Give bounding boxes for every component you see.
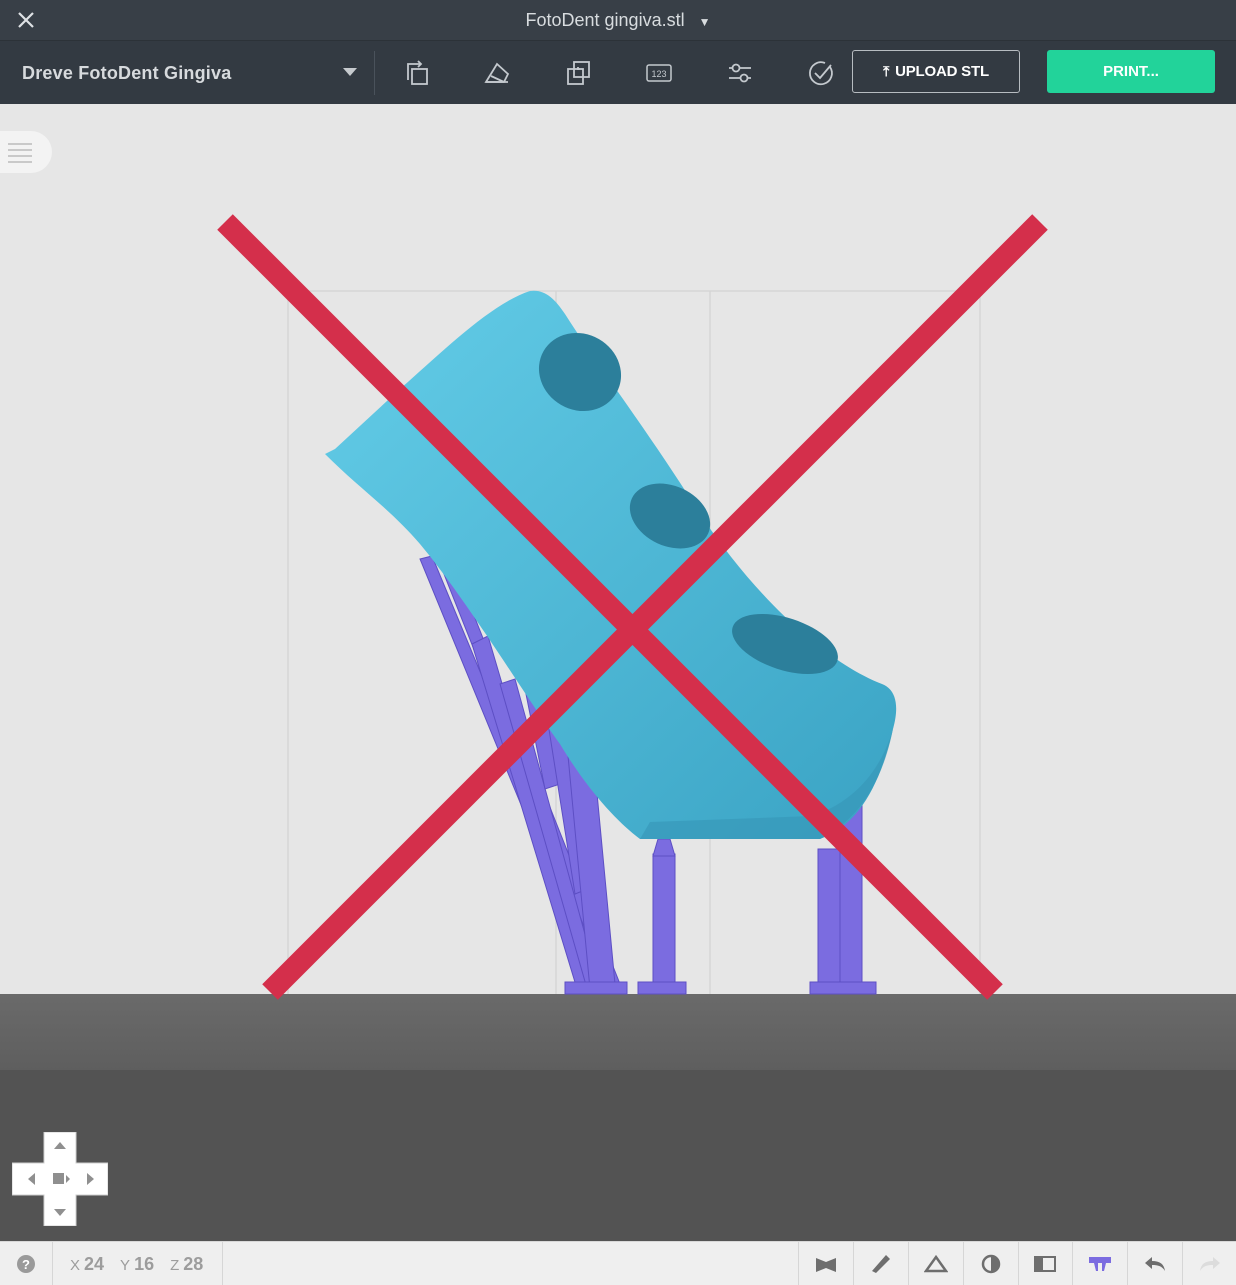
gingiva-model: [325, 290, 897, 839]
overhang-icon[interactable]: [909, 1242, 963, 1285]
toolbar-divider: [374, 51, 375, 95]
measure-icon[interactable]: [854, 1242, 908, 1285]
menu-line: [8, 149, 32, 151]
status-divider: [52, 1242, 53, 1285]
settings-icon[interactable]: [720, 53, 760, 93]
redo-icon[interactable]: [1183, 1242, 1236, 1285]
upload-stl-label: UPLOAD STL: [895, 63, 989, 80]
material-select[interactable]: Dreve FotoDent Gingiva: [22, 41, 367, 105]
navigation-pad[interactable]: [11, 1131, 109, 1227]
chevron-down-icon: [343, 68, 357, 76]
shading-icon[interactable]: [964, 1242, 1018, 1285]
orientation-icon[interactable]: [396, 53, 436, 93]
svg-text:?: ?: [22, 1257, 30, 1272]
status-divider: [222, 1242, 223, 1285]
document-title[interactable]: FotoDent gingiva.stl ▼: [0, 10, 1236, 31]
view-front-icon[interactable]: [799, 1242, 853, 1285]
material-label: Dreve FotoDent Gingiva: [22, 62, 232, 83]
split-view-icon[interactable]: [1018, 1242, 1072, 1285]
print-label: PRINT...: [1103, 63, 1159, 80]
menu-toggle[interactable]: [0, 131, 52, 173]
print-button[interactable]: PRINT...: [1047, 50, 1215, 93]
upload-icon: ⤒: [883, 63, 890, 79]
layout-icon[interactable]: [558, 53, 598, 93]
help-icon[interactable]: ?: [15, 1253, 37, 1275]
menu-line: [8, 155, 32, 157]
coord-y: Y 16: [120, 1254, 155, 1274]
check-icon[interactable]: [801, 53, 841, 93]
coord-x: X 24: [70, 1254, 105, 1274]
center-view-icon: [53, 1173, 64, 1184]
svg-text:123: 123: [651, 69, 666, 79]
upload-stl-button[interactable]: ⤒ UPLOAD STL: [852, 50, 1020, 93]
chevron-down-icon: ▼: [698, 15, 711, 29]
supports-view-icon[interactable]: [1073, 1242, 1127, 1285]
scene-canvas[interactable]: [0, 104, 1236, 1241]
coordinate-readout: X 24 Y 16 Z 28: [70, 1254, 219, 1275]
3d-viewport[interactable]: [0, 104, 1236, 1241]
title-bar: FotoDent gingiva.stl ▼: [0, 0, 1236, 40]
menu-line: [8, 143, 32, 145]
labels-icon[interactable]: 123: [639, 53, 679, 93]
coord-z: Z 28: [170, 1254, 204, 1274]
document-title-label: FotoDent gingiva.stl: [525, 10, 685, 30]
toolbar: Dreve FotoDent Gingiva 123 ⤒ UPLOAD STL …: [0, 40, 1236, 104]
undo-icon[interactable]: [1128, 1242, 1182, 1285]
status-bar: ? X 24 Y 16 Z 28: [0, 1241, 1236, 1285]
floor-shadow: [0, 1070, 1236, 1241]
support-icon[interactable]: [477, 53, 517, 93]
build-plate: [0, 994, 1236, 1072]
menu-line: [8, 161, 32, 163]
